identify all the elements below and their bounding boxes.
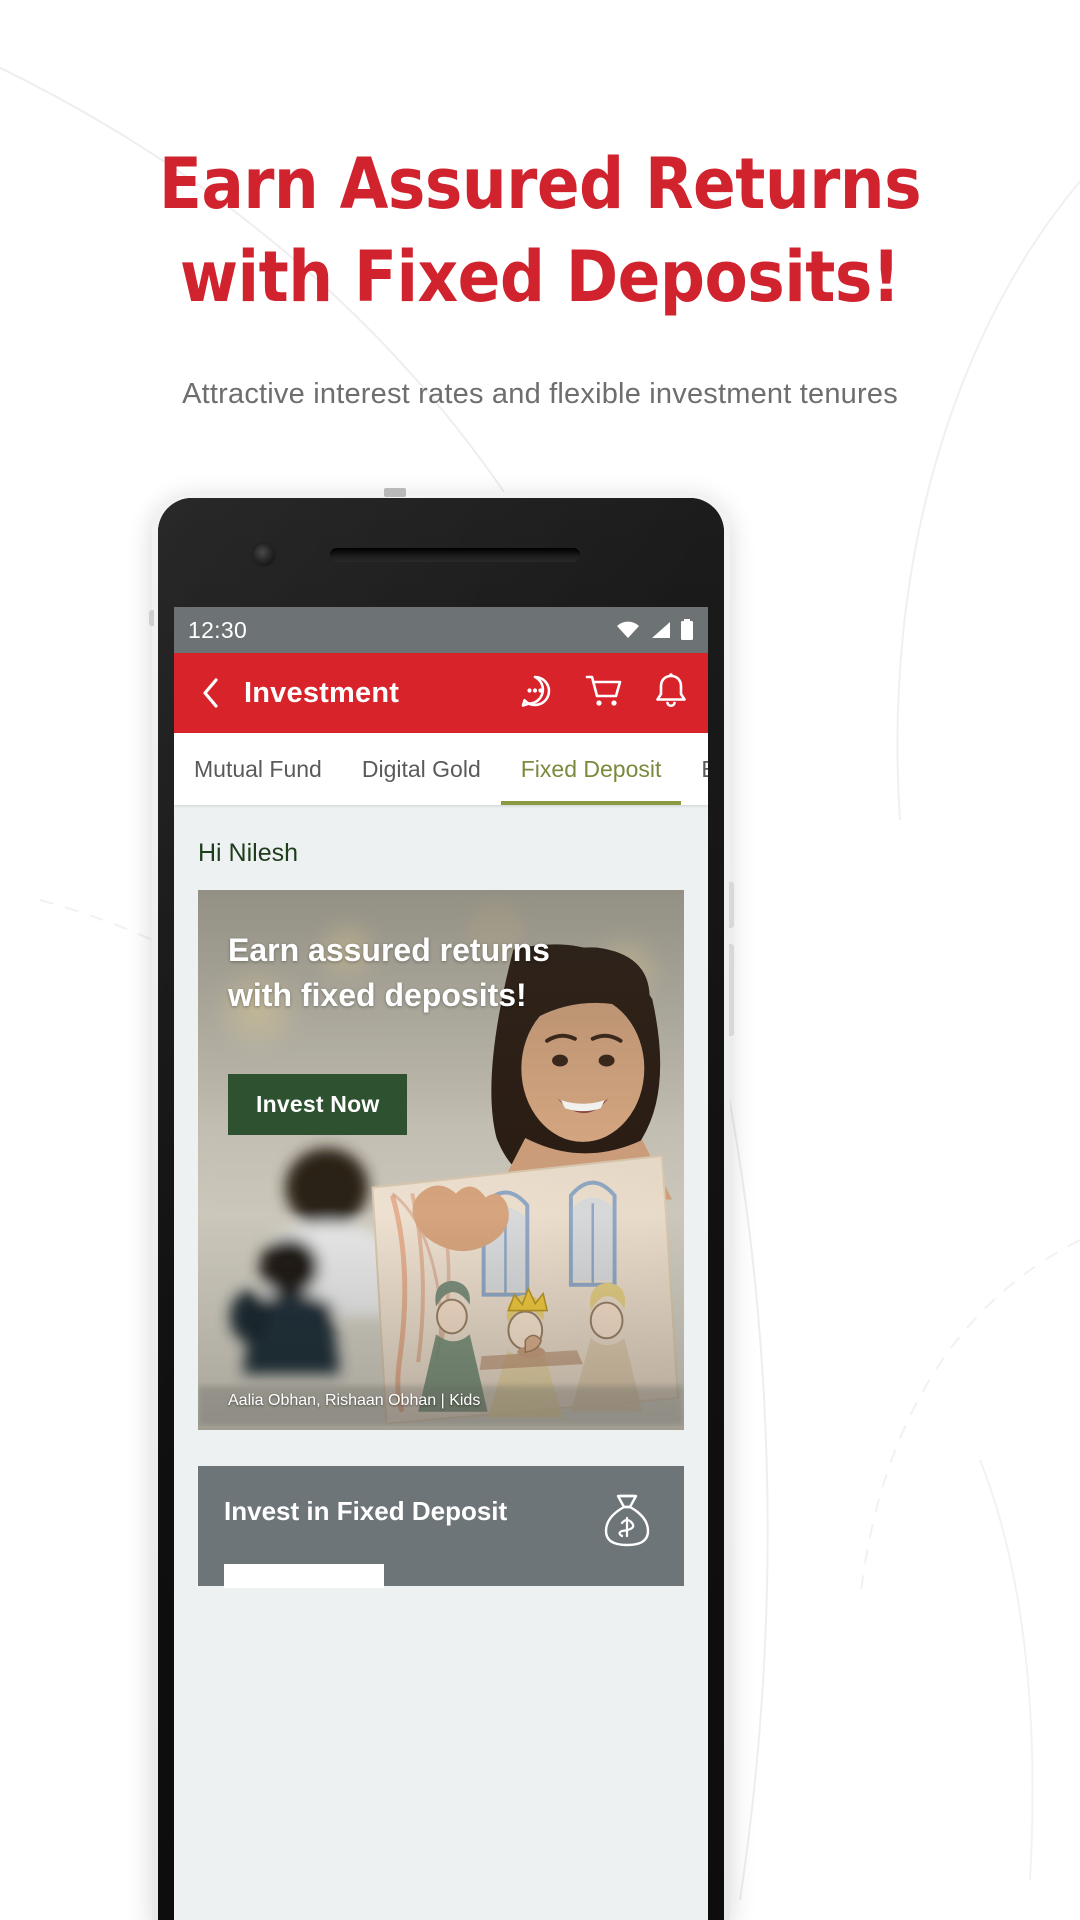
hero-banner[interactable]: Earn assured returns with fixed deposits… [198, 890, 684, 1430]
chevron-left-icon [203, 678, 218, 708]
promo-title-line1: Earn Assured Returns [158, 143, 922, 225]
front-camera-icon [253, 544, 275, 566]
signal-icon [649, 621, 671, 639]
phone-screen: 12:30 Investment Mutual Fund Digital Gol… [174, 607, 708, 1920]
hero-headline-line1: Earn assured returns [228, 932, 550, 968]
chat-icon[interactable] [516, 672, 554, 715]
greeting-text: Hi Nilesh [198, 839, 299, 867]
invest-fixed-deposit-card[interactable]: Invest in Fixed Deposit [198, 1466, 684, 1588]
tab-fixed-deposit[interactable]: Fixed Deposit [500, 733, 682, 805]
hero-headline: Earn assured returns with fixed deposits… [228, 928, 664, 1018]
fd-amount-input[interactable] [224, 1564, 384, 1588]
phone-mockup: 12:30 Investment Mutual Fund Digital Gol… [149, 488, 734, 1920]
tab-mutual-fund[interactable]: Mutual Fund [174, 733, 342, 805]
earpiece-speaker [330, 548, 580, 562]
status-icons [616, 619, 694, 641]
hero-headline-line2: with fixed deposits! [228, 976, 527, 1013]
back-button[interactable] [190, 677, 230, 709]
promo-title: Earn Assured Returns with Fixed Deposits… [0, 138, 1080, 324]
invest-now-button[interactable]: Invest Now [228, 1074, 408, 1135]
promo-subtitle: Attractive interest rates and flexible i… [182, 378, 898, 411]
phone-power-button [729, 944, 734, 1036]
promo-title-line2: with Fixed Deposits! [179, 236, 901, 319]
phone-top-nub [384, 488, 406, 497]
tab-digital-gold[interactable]: Digital Gold [342, 733, 501, 805]
wifi-icon [616, 621, 640, 639]
battery-icon [680, 619, 694, 641]
tab-equity[interactable]: Equity [681, 733, 708, 805]
phone-volume-button [729, 882, 734, 928]
money-bag-icon [600, 1490, 654, 1553]
screen-content: Hi Nilesh Earn assured returns with fixe… [174, 805, 708, 1920]
phone-left-nub [149, 610, 154, 626]
tab-bar: Mutual Fund Digital Gold Fixed Deposit E… [174, 733, 708, 805]
bell-icon[interactable] [654, 672, 688, 715]
hero-photo-credit: Aalia Obhan, Rishaan Obhan | Kids [228, 1392, 481, 1409]
page-title: Investment [244, 676, 400, 709]
promo-header: Earn Assured Returns with Fixed Deposits… [0, 0, 1080, 411]
fd-card-title: Invest in Fixed Deposit [224, 1496, 508, 1526]
status-bar: 12:30 [174, 607, 708, 653]
app-bar-actions [516, 672, 692, 715]
status-time: 12:30 [188, 616, 248, 643]
cart-icon[interactable] [584, 672, 624, 715]
app-bar: Investment [174, 653, 708, 733]
